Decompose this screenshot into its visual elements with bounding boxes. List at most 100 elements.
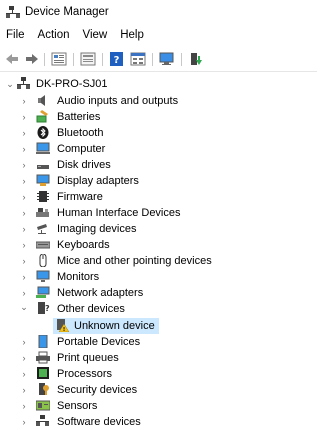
tree-item-audio[interactable]: › Audio inputs and outputs <box>0 93 317 109</box>
tree-item-label: Batteries <box>57 111 101 123</box>
chevron-right-icon[interactable]: › <box>20 386 28 395</box>
tree-item-label: Display adapters <box>57 175 139 187</box>
svg-text:?: ? <box>114 55 120 66</box>
tree-item-label: Mice and other pointing devices <box>57 255 212 267</box>
bluetooth-icon <box>37 126 49 139</box>
tree-item-other-devices[interactable]: ⌄ ? Other devices <box>0 301 317 317</box>
chevron-right-icon[interactable]: › <box>20 161 28 170</box>
menu-action[interactable]: Action <box>32 27 77 43</box>
add-driver-icon[interactable] <box>188 52 204 66</box>
chevron-right-icon[interactable]: › <box>20 241 28 250</box>
menu-bar: File Action View Help <box>0 27 151 43</box>
tree-item-label: Keyboards <box>57 239 110 251</box>
camera-icon <box>37 224 47 234</box>
firmware-icon <box>37 191 49 202</box>
tree-item-batteries[interactable]: › Batteries <box>0 109 317 125</box>
tree-item-label: Network adapters <box>57 287 144 299</box>
back-arrow-icon[interactable] <box>4 52 20 66</box>
chevron-right-icon[interactable]: › <box>20 370 28 379</box>
svg-text:?: ? <box>45 304 50 313</box>
portable-device-icon <box>38 335 48 348</box>
processor-icon <box>37 367 49 379</box>
help-icon[interactable]: ? <box>109 52 125 66</box>
computer-icon <box>36 142 50 154</box>
toolbar-separator <box>181 53 182 66</box>
chevron-right-icon[interactable]: › <box>20 273 28 282</box>
tree-item-disk-drives[interactable]: › Disk drives <box>0 157 317 173</box>
tree-item-imaging[interactable]: › Imaging devices <box>0 221 317 237</box>
tree-item-label: Human Interface Devices <box>57 207 181 219</box>
chevron-down-icon[interactable]: ⌄ <box>6 80 14 89</box>
network-icon <box>36 286 50 298</box>
tree-item-portable-devices[interactable]: › Portable Devices <box>0 334 317 350</box>
menu-file[interactable]: File <box>0 27 32 43</box>
tree-item-label: Monitors <box>57 271 100 283</box>
chevron-right-icon[interactable]: › <box>20 257 28 266</box>
chevron-right-icon[interactable]: › <box>20 209 28 218</box>
resources-view-icon[interactable] <box>130 52 146 66</box>
tree-item-computer[interactable]: › Computer <box>0 141 317 157</box>
tree-item-label: Portable Devices <box>57 336 141 348</box>
toolbar-separator <box>102 53 103 66</box>
tree-item-sensors[interactable]: › Sensors <box>0 398 317 414</box>
chevron-right-icon[interactable]: › <box>20 97 28 106</box>
tree-item-print-queues[interactable]: › Print queues <box>0 350 317 366</box>
warning-device-icon <box>57 319 70 332</box>
security-icon <box>39 383 49 395</box>
list-view-icon[interactable] <box>80 52 96 66</box>
disk-drive-icon <box>37 165 49 169</box>
tree-item-label: Disk drives <box>57 159 111 171</box>
chevron-right-icon[interactable]: › <box>20 354 28 363</box>
tree-item-label: Unknown device <box>74 320 155 332</box>
tree-item-display-adapters[interactable]: › Display adapters <box>0 173 317 189</box>
chevron-right-icon[interactable]: › <box>20 129 28 138</box>
monitor-icon <box>36 270 50 282</box>
window-title: Device Manager <box>25 6 109 18</box>
forward-arrow-icon[interactable] <box>24 52 40 66</box>
chevron-right-icon[interactable]: › <box>20 193 28 202</box>
tree-item-monitors[interactable]: › Monitors <box>0 269 317 285</box>
tree-item-label: Sensors <box>57 400 98 412</box>
chevron-right-icon[interactable]: › <box>20 289 28 298</box>
toolbar-separator <box>73 53 74 66</box>
chevron-right-icon[interactable]: › <box>20 418 28 427</box>
toolbar-separator <box>152 53 153 66</box>
scan-hardware-icon[interactable] <box>159 52 175 66</box>
tree-root[interactable]: ⌄ DK-PRO-SJ01 <box>0 76 317 92</box>
speaker-icon <box>38 95 45 106</box>
tree-item-label: Firmware <box>57 191 103 203</box>
tree-item-hid[interactable]: › Human Interface Devices <box>0 205 317 221</box>
other-devices-icon: ? <box>38 302 50 314</box>
tree-item-unknown-device[interactable]: Unknown device <box>53 318 159 334</box>
tree-item-security-devices[interactable]: › Security devices <box>0 382 317 398</box>
tree-item-label: Processors <box>57 368 113 380</box>
printer-icon <box>36 351 50 364</box>
tree-item-label: Other devices <box>57 303 125 315</box>
tree-item-firmware[interactable]: › Firmware <box>0 189 317 205</box>
tree-item-label: Computer <box>57 143 106 155</box>
software-icon <box>36 415 49 426</box>
tree-item-mice[interactable]: › Mice and other pointing devices <box>0 253 317 269</box>
title-bar: Device Manager <box>0 0 317 24</box>
menu-view[interactable]: View <box>77 27 115 43</box>
properties-view-icon[interactable] <box>51 52 67 66</box>
computer-tree-icon <box>17 77 30 89</box>
tree-item-processors[interactable]: › Processors <box>0 366 317 382</box>
chevron-right-icon[interactable]: › <box>20 402 28 411</box>
sensor-icon <box>36 400 50 411</box>
tree-item-keyboards[interactable]: › Keyboards <box>0 237 317 253</box>
tree-item-network[interactable]: › Network adapters <box>0 285 317 301</box>
chevron-right-icon[interactable]: › <box>20 145 28 154</box>
tree-item-label: Imaging devices <box>57 223 137 235</box>
tree-item-label: Print queues <box>57 352 119 364</box>
chevron-right-icon[interactable]: › <box>20 225 28 234</box>
tree-item-bluetooth[interactable]: › Bluetooth <box>0 125 317 141</box>
chevron-right-icon[interactable]: › <box>20 177 28 186</box>
chevron-down-icon[interactable]: ⌄ <box>20 303 28 312</box>
chevron-right-icon[interactable]: › <box>20 113 28 122</box>
tree-item-label: Audio inputs and outputs <box>57 95 179 107</box>
hid-icon <box>36 208 49 217</box>
chevron-right-icon[interactable]: › <box>20 338 28 347</box>
menu-help[interactable]: Help <box>114 27 151 43</box>
tree-item-software-devices[interactable]: › Software devices <box>0 414 317 430</box>
